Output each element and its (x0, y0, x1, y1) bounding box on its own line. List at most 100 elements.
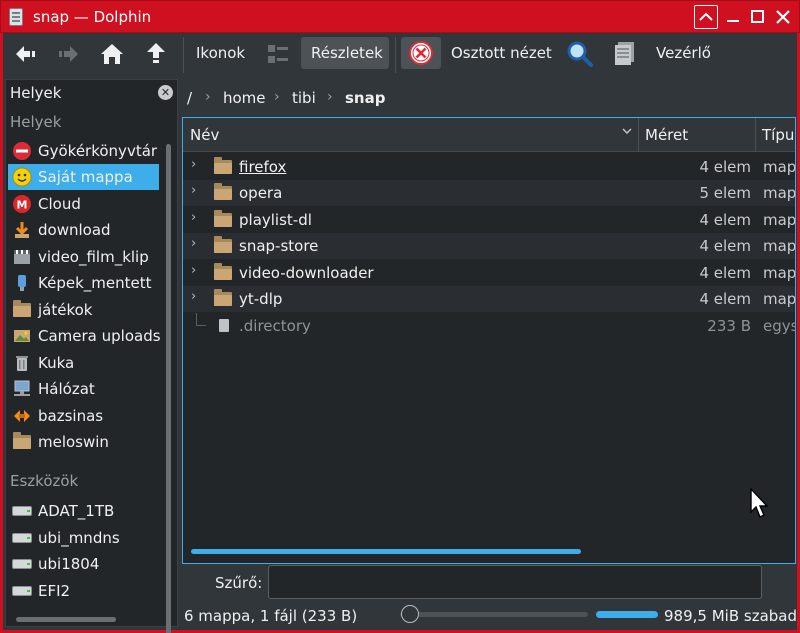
file-icon (219, 319, 229, 332)
file-name: opera (239, 184, 283, 202)
column-header: Név Méret Típu (183, 118, 795, 152)
file-type: map (763, 184, 796, 202)
filter-input[interactable] (268, 565, 762, 599)
file-row[interactable]: .directory 233 B egys (183, 313, 796, 339)
file-name: playlist-dl (239, 211, 312, 229)
file-row[interactable]: › firefox 4 elem map (183, 154, 795, 180)
column-divider[interactable] (638, 118, 639, 152)
place-camera-uploads[interactable]: Camera uploads (8, 323, 161, 349)
keep-above-button[interactable] (694, 5, 718, 29)
place-network[interactable]: Hálózat (8, 376, 159, 402)
compact-view-button[interactable] (263, 39, 293, 69)
file-type: egys (763, 317, 796, 335)
trash-icon (12, 353, 32, 373)
zoom-slider[interactable] (400, 612, 588, 617)
expand-icon[interactable]: › (191, 210, 196, 225)
maximize-icon (751, 10, 764, 23)
place-label: Saját mappa (38, 168, 133, 186)
expand-icon[interactable]: › (191, 289, 196, 304)
place-games[interactable]: játékok (8, 297, 159, 323)
toolbar-separator (395, 37, 396, 73)
folder-icon (214, 289, 232, 306)
expand-icon[interactable]: › (191, 263, 196, 278)
file-row[interactable]: › playlist-dl 4 elem map (183, 207, 796, 233)
zoom-slider-handle[interactable] (401, 605, 419, 623)
close-button[interactable] (771, 5, 795, 29)
column-divider[interactable] (755, 118, 756, 152)
column-name[interactable]: Név (190, 126, 219, 144)
control-menu-icon-button[interactable] (609, 39, 639, 69)
mouse-cursor-icon (750, 487, 770, 524)
back-button[interactable] (11, 39, 41, 69)
control-menu-button[interactable]: Vezérlő (656, 44, 711, 62)
file-row[interactable]: › yt-dlp 4 elem map (183, 286, 795, 312)
device-label: ADAT_1TB (38, 502, 115, 520)
file-size: 5 elem (699, 184, 751, 202)
file-row[interactable]: › video-downloader 4 elem map (183, 260, 796, 286)
minimize-button[interactable] (721, 5, 745, 29)
place-label: download (38, 221, 111, 239)
folder-icon (214, 157, 232, 174)
video-icon (12, 247, 32, 267)
file-type: map (763, 264, 796, 282)
place-root[interactable]: Gyökérkönyvtár (8, 138, 159, 164)
file-type: map (763, 211, 796, 229)
place-video[interactable]: video_film_klip (8, 244, 159, 270)
details-view-button[interactable]: Részletek (301, 37, 389, 69)
breadcrumb-tibi[interactable]: tibi (292, 89, 316, 107)
chevron-right-icon: › (274, 89, 280, 105)
home-smiley-icon (12, 167, 32, 187)
icons-view-button[interactable]: Ikonok (196, 44, 245, 62)
status-summary: 6 mappa, 1 fájl (233 B) (184, 607, 358, 625)
expand-icon[interactable]: › (191, 157, 196, 172)
place-trash[interactable]: Kuka (8, 350, 159, 376)
device-label: ubi1804 (38, 555, 100, 573)
up-button[interactable] (141, 39, 171, 69)
folder-icon (12, 300, 32, 320)
close-panel-icon[interactable]: ✕ (158, 85, 173, 100)
breadcrumb-home[interactable]: home (223, 89, 266, 107)
chevron-right-icon: › (327, 89, 333, 105)
device-ubi1804[interactable]: ubi1804 (8, 551, 159, 577)
file-view[interactable]: Név Méret Típu › firefox 4 elem map › op… (182, 117, 796, 564)
places-vertical-scrollbar[interactable] (166, 144, 171, 633)
file-size: 4 elem (699, 264, 751, 282)
device-adat-1tb[interactable]: ADAT_1TB (8, 498, 159, 524)
maximize-button[interactable] (745, 5, 769, 29)
file-view-horizontal-scrollbar[interactable] (191, 549, 581, 554)
device-efi2[interactable]: EFI2 (8, 578, 159, 604)
control-menu-icon (615, 42, 634, 65)
split-view-button[interactable]: Osztott nézet (451, 44, 552, 62)
places-horizontal-scrollbar[interactable] (16, 617, 116, 622)
place-download[interactable]: download (8, 217, 159, 243)
device-label: ubi_mndns (38, 529, 120, 547)
place-bazsinas[interactable]: bazsinas (8, 403, 159, 429)
title-bar[interactable]: snap — Dolphin (0, 0, 800, 33)
home-button[interactable] (97, 39, 127, 69)
place-pictures[interactable]: Képek_mentett (8, 270, 159, 296)
file-row[interactable]: › opera 5 elem map (183, 180, 796, 206)
column-size[interactable]: Méret (645, 126, 688, 144)
file-row[interactable]: › snap-store 4 elem map (183, 233, 795, 259)
place-meloswin[interactable]: meloswin (8, 429, 159, 455)
expand-icon[interactable]: › (191, 183, 196, 198)
device-ubi-mndns[interactable]: ubi_mndns (8, 525, 159, 551)
split-view-toggle[interactable] (401, 37, 441, 69)
place-label: Camera uploads (38, 327, 161, 345)
forward-button[interactable] (53, 39, 83, 69)
places-panel-title: Helyek (10, 84, 62, 102)
download-folder-icon (12, 220, 32, 240)
search-button[interactable] (565, 39, 595, 69)
back-arrow-icon (16, 46, 35, 62)
file-name: video-downloader (239, 264, 374, 282)
expand-icon[interactable]: › (191, 236, 196, 251)
home-icon (101, 44, 123, 64)
place-home[interactable]: Saját mappa (8, 164, 159, 190)
breadcrumb-root[interactable]: / (187, 89, 192, 107)
place-cloud[interactable]: M Cloud (8, 191, 159, 217)
column-type[interactable]: Típu (762, 126, 794, 144)
drive-icon (12, 528, 32, 548)
place-label: Képek_mentett (38, 274, 152, 292)
breadcrumb-snap[interactable]: snap (345, 89, 385, 107)
file-size: 4 elem (699, 211, 751, 229)
